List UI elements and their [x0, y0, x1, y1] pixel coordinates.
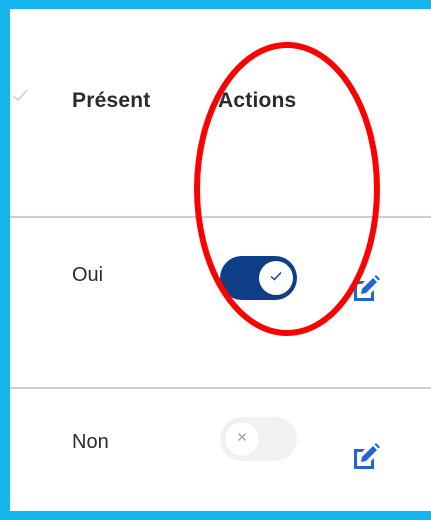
present-cell: Oui	[72, 264, 104, 286]
presence-toggle[interactable]	[220, 417, 297, 461]
toggle-knob	[259, 261, 293, 295]
table-panel: Présent Actions Oui Non	[10, 9, 431, 511]
column-header-present[interactable]: Présent	[72, 89, 150, 113]
present-cell: Non	[72, 431, 109, 453]
row-divider	[10, 216, 431, 218]
check-icon	[268, 268, 284, 289]
toggle-knob	[225, 422, 259, 456]
edit-icon[interactable]	[350, 273, 382, 305]
presence-toggle[interactable]	[220, 256, 297, 300]
column-header-actions: Actions	[218, 89, 297, 112]
row-divider	[10, 387, 431, 389]
sort-check-icon[interactable]	[10, 85, 30, 105]
cross-icon	[235, 430, 249, 449]
edit-icon[interactable]	[350, 441, 382, 473]
